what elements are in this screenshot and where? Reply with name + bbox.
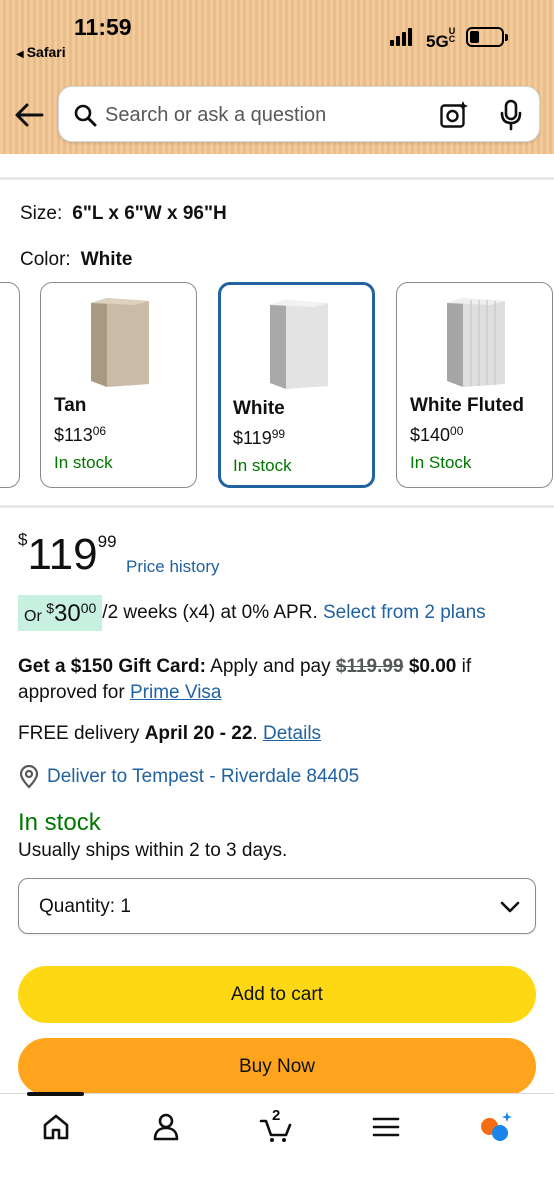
- gift-card-offer: Get a $150 Gift Card: Apply and pay $119…: [18, 656, 472, 703]
- price-history-link[interactable]: Price history: [126, 557, 220, 577]
- gift-new-price: $0.00: [408, 656, 457, 677]
- quantity-dropdown[interactable]: Quantity: 1: [18, 878, 536, 934]
- active-tab-indicator: [27, 1092, 84, 1096]
- swatch-name: White Fluted: [410, 395, 524, 416]
- back-triangle-icon: ◀: [16, 49, 24, 60]
- color-selection: Color: White: [20, 249, 132, 271]
- home-icon: [43, 1114, 69, 1140]
- color-label: Color:: [20, 249, 71, 270]
- deliver-to-label: Deliver to Tempest - Riverdale 84405: [47, 766, 360, 787]
- network-label: 5GUC: [426, 26, 456, 52]
- select-plans-link[interactable]: Select from 2 plans: [323, 602, 486, 623]
- account-icon: [153, 1113, 179, 1141]
- rufus-assistant-icon: [481, 1112, 512, 1141]
- delivery-details-link[interactable]: Details: [263, 723, 321, 744]
- nav-cart[interactable]: 2: [259, 1107, 293, 1144]
- search-bar[interactable]: [58, 86, 540, 142]
- microphone-icon[interactable]: [499, 99, 523, 131]
- availability-status: In stock: [18, 809, 101, 836]
- buy-now-button[interactable]: Buy Now: [18, 1038, 536, 1095]
- product-thumbnail: [447, 298, 505, 387]
- add-to-cart-button[interactable]: Add to cart: [18, 966, 536, 1023]
- gift-card-headline: Get a $150 Gift Card:: [18, 656, 206, 677]
- size-label: Size:: [20, 203, 63, 224]
- bottom-navigation: 2: [0, 1092, 554, 1200]
- signal-icon: [390, 28, 416, 46]
- installment-amount-badge: Or $3000: [18, 595, 103, 631]
- camera-search-icon[interactable]: [439, 100, 469, 130]
- nav-home[interactable]: [39, 1110, 73, 1144]
- product-price: $11999: [18, 530, 117, 579]
- swatch-price: $14000: [410, 424, 464, 445]
- color-swatch-white-fluted[interactable]: White Fluted $14000 In Stock: [396, 282, 553, 488]
- nav-account[interactable]: [149, 1110, 183, 1144]
- swatch-name: Tan: [54, 395, 87, 416]
- location-pin-icon: [19, 765, 39, 789]
- delivery-dates: April 20 - 22: [144, 723, 253, 744]
- search-input[interactable]: [105, 99, 425, 131]
- gift-old-price: $119.99: [335, 656, 404, 677]
- nav-rufus-assistant[interactable]: [479, 1110, 513, 1144]
- back-to-safari[interactable]: ◀ Safari: [16, 44, 66, 60]
- swatch-stock: In Stock: [410, 453, 472, 472]
- search-icon: [74, 104, 97, 127]
- swatch-price: $11999: [233, 427, 286, 448]
- cart-count-badge: 2: [272, 1107, 281, 1124]
- section-divider: [0, 177, 554, 180]
- prime-visa-link[interactable]: Prime Visa: [130, 682, 222, 703]
- color-swatch-tan[interactable]: Tan $11306 In stock: [40, 282, 197, 488]
- color-swatch-white[interactable]: White $11999 In stock: [218, 282, 375, 488]
- swatch-price: $11306: [54, 424, 107, 445]
- delivery-info: FREE delivery April 20 - 22. Details: [18, 723, 322, 744]
- swatch-stock: In stock: [54, 453, 113, 472]
- product-thumbnail: [270, 300, 328, 389]
- back-arrow-icon[interactable]: [12, 98, 46, 132]
- battery-icon: [466, 27, 508, 47]
- back-app-label: Safari: [26, 44, 66, 60]
- swatch-stock: In stock: [233, 456, 292, 475]
- installment-offer: Or $3000/2 weeks (x4) at 0% APR. Select …: [18, 595, 486, 631]
- size-value: 6"L x 6"W x 96"H: [72, 203, 227, 224]
- product-thumbnail: [91, 298, 149, 387]
- top-header: 11:59 ◀ Safari 5GUC: [0, 0, 554, 154]
- chevron-down-icon: [500, 901, 520, 913]
- installment-terms: /2 weeks (x4) at 0% APR.: [102, 602, 318, 623]
- menu-icon: [372, 1117, 400, 1137]
- color-swatch-partial[interactable]: [0, 282, 20, 488]
- color-value: White: [80, 249, 133, 270]
- quantity-value: 1: [120, 896, 131, 917]
- quantity-label: Quantity: 1: [39, 896, 131, 917]
- size-selection: Size: 6"L x 6"W x 96"H: [20, 203, 227, 225]
- swatch-name: White: [233, 398, 285, 419]
- status-time: 11:59: [74, 14, 132, 40]
- nav-menu[interactable]: [369, 1110, 403, 1144]
- section-divider: [0, 505, 554, 508]
- shipping-estimate: Usually ships within 2 to 3 days.: [18, 840, 288, 861]
